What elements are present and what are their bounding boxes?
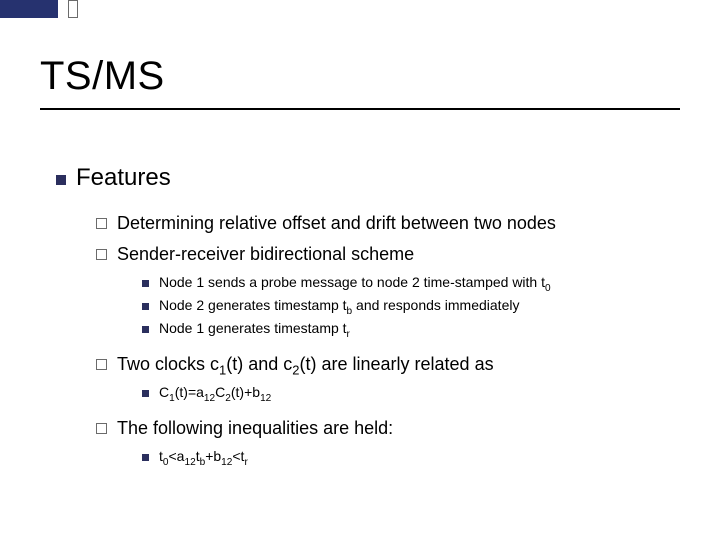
header-accent-outline [68,0,78,18]
header-strip [78,0,720,6]
square-bullet-icon [142,326,149,333]
slide-body: Features Determining relative offset and… [56,160,680,469]
hollow-square-icon [96,218,107,229]
text: Two clocks c1(t) and c2(t) are linearly … [117,351,494,378]
bullet-determining: Determining relative offset and drift be… [96,210,680,237]
bullet-probe: Node 1 sends a probe message to node 2 t… [142,272,680,293]
text: Determining relative offset and drift be… [117,210,556,237]
header-accent-dark [0,0,58,18]
text: Node 1 sends a probe message to node 2 t… [159,272,551,293]
slide-title: TS/MS [40,54,165,99]
bullet-features: Features [56,160,680,196]
hollow-square-icon [96,423,107,434]
text: t0<a12tb+b12<tr [159,446,248,467]
bullet-equation: C1(t)=a12C2(t)+b12 [142,382,680,403]
text: Node 1 generates timestamp tr [159,318,350,339]
bullet-clocks: Two clocks c1(t) and c2(t) are linearly … [96,351,680,378]
text: Node 2 generates timestamp tb and respon… [159,295,519,316]
bullet-inequality-eq: t0<a12tb+b12<tr [142,446,680,467]
square-bullet-icon [142,454,149,461]
header-band [0,0,720,18]
header-gap [58,0,68,18]
text: The following inequalities are held: [117,415,393,442]
square-bullet-icon [142,280,149,287]
square-bullet-icon [142,390,149,397]
bullet-node1: Node 1 generates timestamp tr [142,318,680,339]
square-bullet-icon [142,303,149,310]
text: Sender-receiver bidirectional scheme [117,241,414,268]
hollow-square-icon [96,249,107,260]
features-label: Features [76,160,171,196]
title-underline [40,108,680,110]
text: C1(t)=a12C2(t)+b12 [159,382,271,403]
bullet-inequalities: The following inequalities are held: [96,415,680,442]
square-bullet-icon [56,175,66,185]
bullet-scheme: Sender-receiver bidirectional scheme [96,241,680,268]
hollow-square-icon [96,359,107,370]
bullet-node2: Node 2 generates timestamp tb and respon… [142,295,680,316]
